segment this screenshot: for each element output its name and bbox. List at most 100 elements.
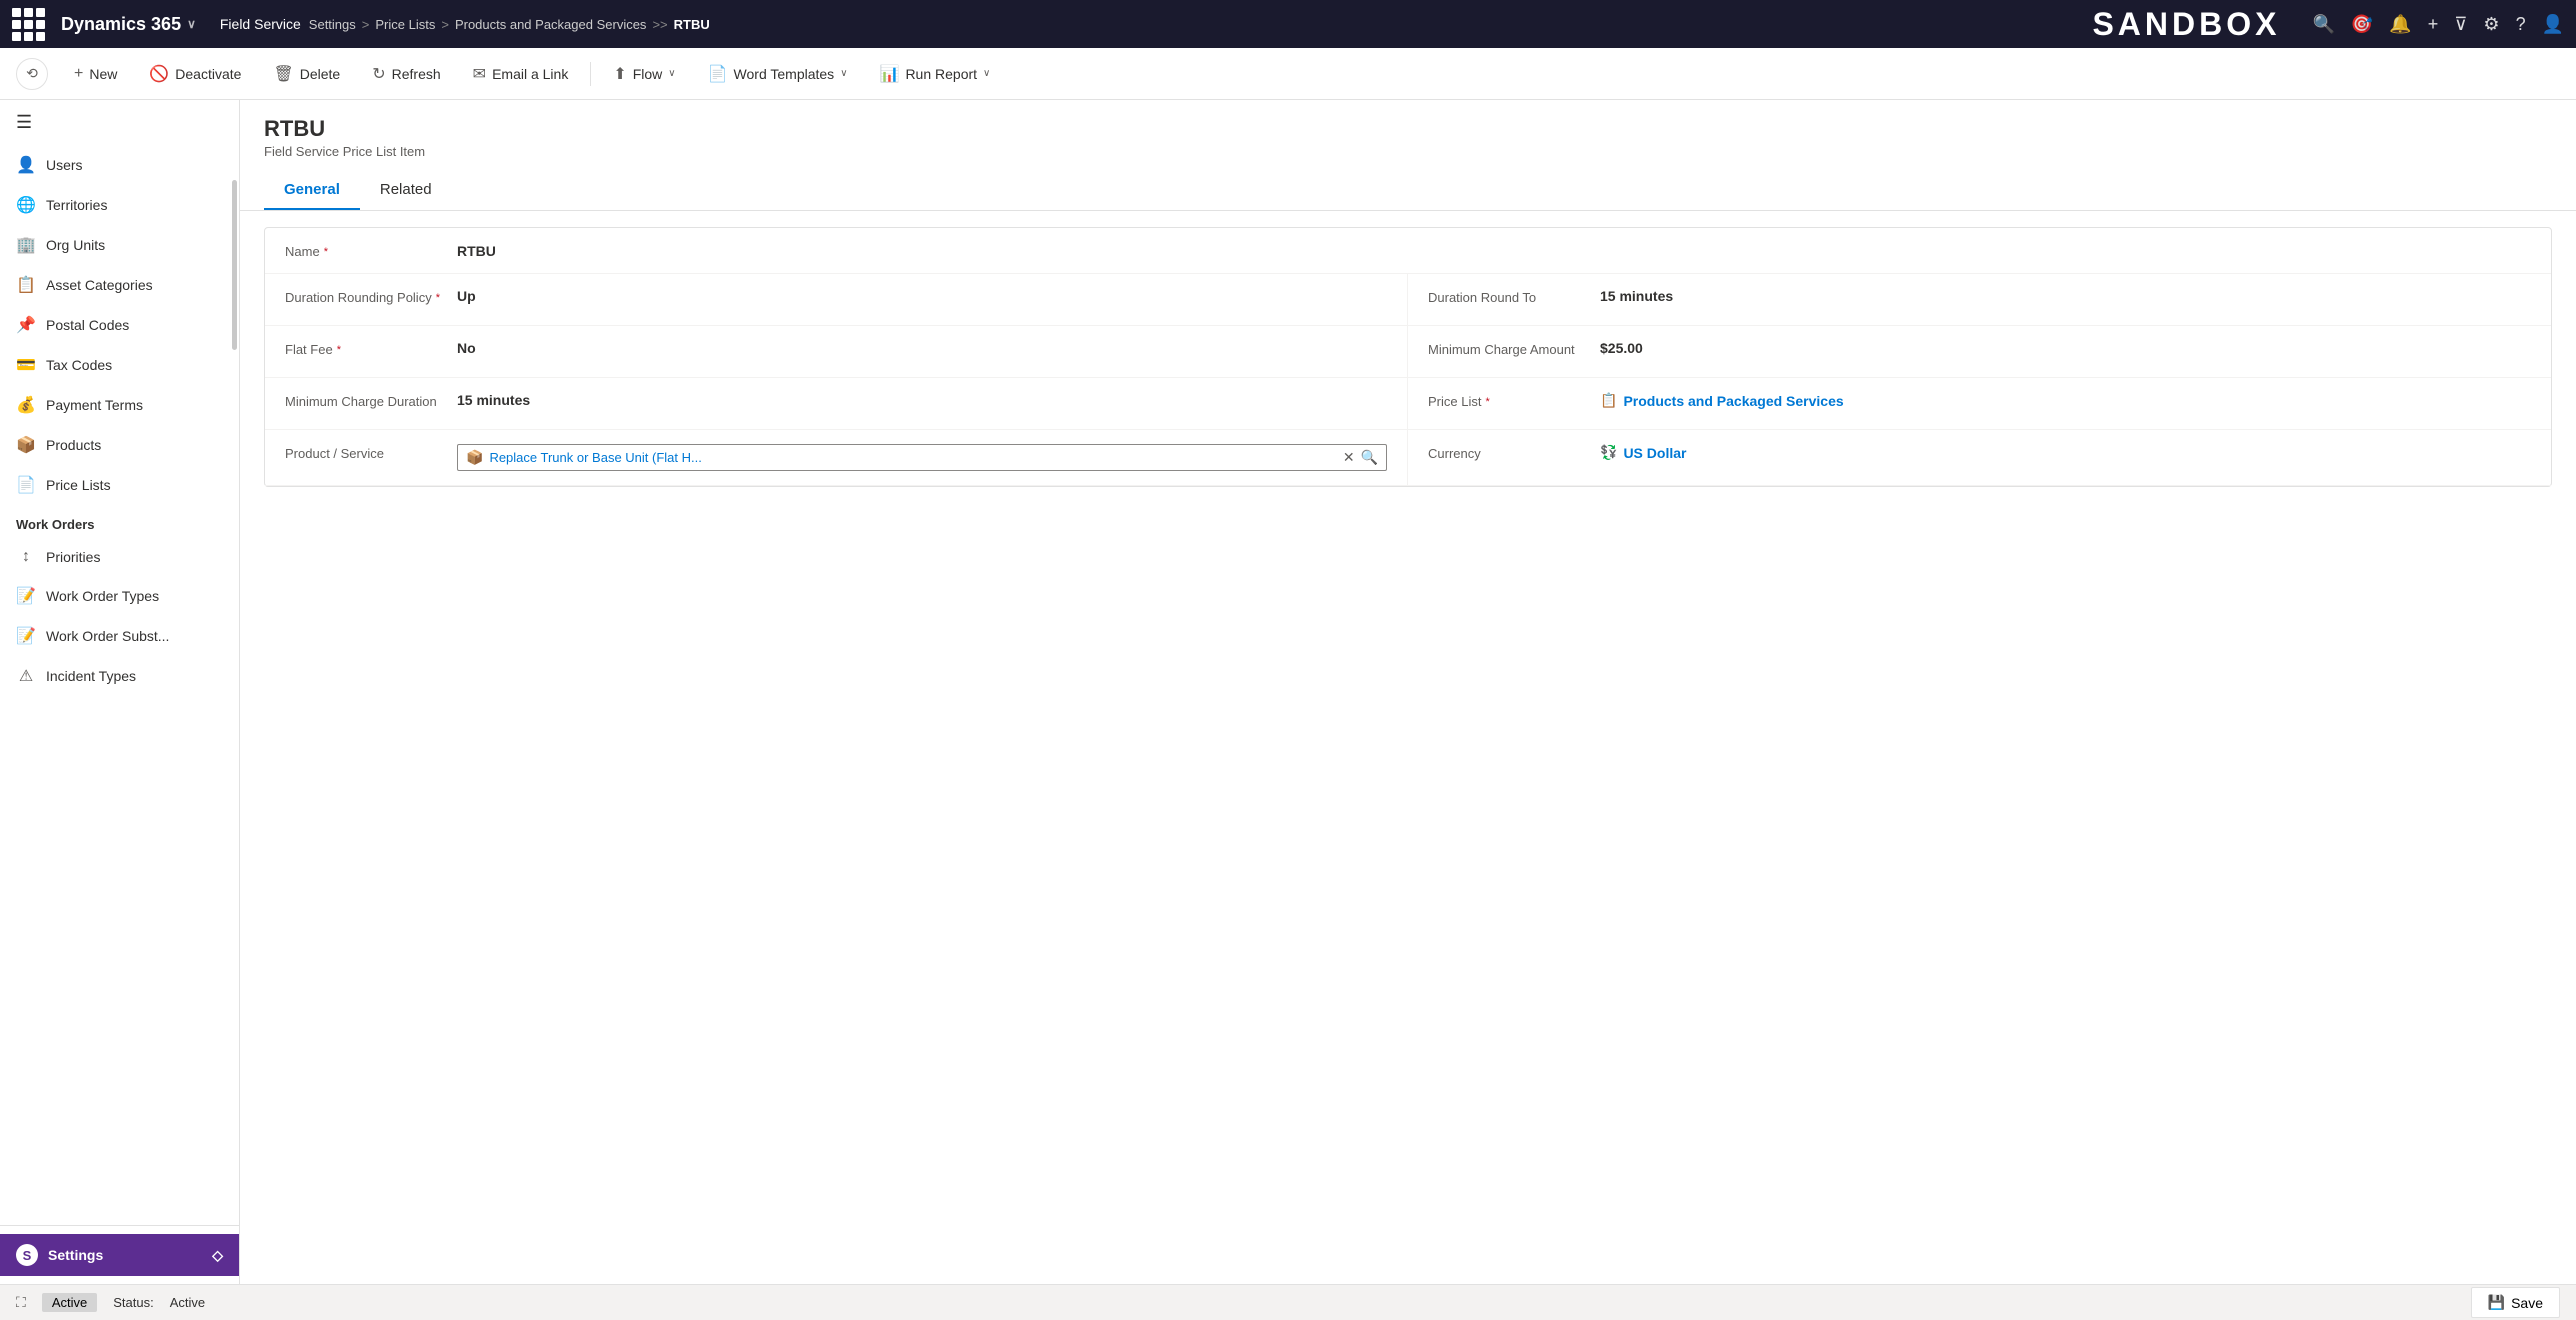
price-lists-icon: 📄: [16, 475, 36, 495]
sidebar-item-postal-codes[interactable]: 📌 Postal Codes: [0, 305, 239, 345]
new-button[interactable]: + New: [60, 59, 131, 89]
sidebar-item-work-order-types[interactable]: 📝 Work Order Types: [0, 576, 239, 616]
notification-icon[interactable]: 🔔: [2389, 14, 2411, 35]
target-icon[interactable]: 🎯: [2351, 14, 2373, 35]
duration-round-to-value: 15 minutes: [1600, 288, 2531, 304]
sidebar-item-work-order-subst[interactable]: 📝 Work Order Subst...: [0, 616, 239, 656]
name-value: RTBU: [457, 243, 2531, 259]
sandbox-label: SANDBOX: [2092, 6, 2280, 43]
flat-fee-cell: Flat Fee * No: [265, 326, 1408, 378]
work-orders-header: Work Orders: [0, 505, 239, 538]
save-button[interactable]: 💾 Save: [2471, 1287, 2560, 1318]
product-service-clear-icon[interactable]: ✕: [1343, 449, 1355, 466]
brand-chevron-icon: ∨: [187, 17, 196, 31]
flow-button[interactable]: ⬆ Flow ∨: [599, 58, 689, 90]
sidebar-item-priorities[interactable]: ↕ Priorities: [0, 538, 239, 576]
record-subtitle: Field Service Price List Item: [264, 144, 2552, 159]
run-report-button[interactable]: 📊 Run Report ∨: [866, 58, 1005, 90]
search-icon[interactable]: 🔍: [2312, 14, 2334, 35]
word-templates-button[interactable]: 📄 Word Templates ∨: [694, 58, 862, 90]
price-list-icon: 📋: [1600, 392, 1617, 409]
email-link-button[interactable]: ✉ Email a Link: [459, 58, 583, 90]
product-service-cell[interactable]: Product / Service 📦 Replace Trunk or Bas…: [265, 430, 1408, 486]
hamburger-icon[interactable]: ☰: [16, 112, 32, 133]
tab-related[interactable]: Related: [360, 171, 452, 210]
new-icon: +: [74, 65, 83, 83]
sidebar-item-price-lists[interactable]: 📄 Price Lists: [0, 465, 239, 505]
app-name: Field Service: [220, 16, 301, 32]
add-icon[interactable]: +: [2428, 14, 2439, 35]
refresh-button[interactable]: ↻ Refresh: [358, 58, 454, 90]
record-header: RTBU Field Service Price List Item Gener…: [240, 100, 2576, 211]
price-list-cell: Price List * 📋 Products and Packaged Ser…: [1408, 378, 2551, 430]
duration-rounding-cell: Duration Rounding Policy * Up: [265, 274, 1408, 326]
min-charge-duration-label: Minimum Charge Duration: [285, 392, 445, 409]
sidebar-item-users[interactable]: 👤 Users: [0, 145, 239, 185]
min-charge-amount-label: Minimum Charge Amount: [1428, 340, 1588, 357]
territories-icon: 🌐: [16, 195, 36, 215]
sidebar-item-payment-terms[interactable]: 💰 Payment Terms: [0, 385, 239, 425]
min-charge-amount-value: $25.00: [1600, 340, 2531, 356]
breadcrumb-settings[interactable]: Settings: [309, 17, 356, 32]
duration-rounding-label: Duration Rounding Policy *: [285, 288, 445, 305]
org-units-icon: 🏢: [16, 235, 36, 255]
deactivate-icon: 🚫: [149, 64, 169, 84]
expand-icon[interactable]: ⛶: [16, 1294, 26, 1311]
sidebar-item-incident-types[interactable]: ⚠ Incident Types: [0, 656, 239, 696]
min-charge-amount-cell: Minimum Charge Amount $25.00: [1408, 326, 2551, 378]
settings-icon[interactable]: ⚙: [2483, 14, 2499, 35]
delete-button[interactable]: 🗑 Delete: [259, 58, 354, 90]
top-navigation: Dynamics 365 ∨ Field Service Settings > …: [0, 0, 2576, 48]
command-bar: ⟲ + New 🚫 Deactivate 🗑 Delete ↻ Refresh …: [0, 48, 2576, 100]
report-icon: 📊: [880, 64, 900, 84]
record-tabs: General Related: [264, 171, 2552, 210]
product-service-search-icon[interactable]: 🔍: [1361, 449, 1378, 466]
filter-icon[interactable]: ⊽: [2454, 14, 2467, 35]
duration-round-to-cell: Duration Round To 15 minutes: [1408, 274, 2551, 326]
settings-avatar: S: [16, 1244, 38, 1266]
history-button[interactable]: ⟲: [16, 58, 48, 90]
sidebar-bottom: S Settings ◇: [0, 1225, 239, 1284]
product-service-lookup[interactable]: 📦 Replace Trunk or Base Unit (Flat H... …: [457, 444, 1387, 471]
status-active-button[interactable]: Active: [42, 1293, 97, 1312]
product-service-text[interactable]: Replace Trunk or Base Unit (Flat H...: [489, 450, 1336, 465]
form-section: Name * RTBU Duration Rounding Policy * U…: [264, 227, 2552, 487]
sidebar-settings-item[interactable]: S Settings ◇: [0, 1234, 239, 1276]
duration-rounding-value: Up: [457, 288, 1387, 304]
email-icon: ✉: [473, 64, 486, 84]
deactivate-button[interactable]: 🚫 Deactivate: [135, 58, 255, 90]
form-grid: Duration Rounding Policy * Up Duration R…: [265, 274, 2551, 486]
sidebar-item-products[interactable]: 📦 Products: [0, 425, 239, 465]
top-nav-icons: 🔍 🎯 🔔 + ⊽ ⚙ ? 👤: [2312, 14, 2564, 35]
breadcrumb-products[interactable]: Products and Packaged Services: [455, 17, 647, 32]
payment-terms-icon: 💰: [16, 395, 36, 415]
breadcrumb-current: RTBU: [674, 17, 710, 32]
sidebar-item-tax-codes[interactable]: 💳 Tax Codes: [0, 345, 239, 385]
sidebar-item-territories[interactable]: 🌐 Territories: [0, 185, 239, 225]
status-label: Status:: [113, 1295, 153, 1310]
sidebar-scrollbar: [232, 180, 237, 350]
sidebar-item-asset-categories[interactable]: 📋 Asset Categories: [0, 265, 239, 305]
report-chevron-icon: ∨: [983, 68, 990, 79]
price-list-value[interactable]: 📋 Products and Packaged Services: [1600, 392, 2531, 409]
user-icon[interactable]: 👤: [2542, 14, 2564, 35]
brand-name[interactable]: Dynamics 365 ∨: [61, 14, 196, 35]
flow-icon: ⬆: [613, 64, 626, 84]
word-icon: 📄: [708, 64, 728, 84]
currency-cell: Currency 💱 US Dollar: [1408, 430, 2551, 486]
flat-fee-label: Flat Fee *: [285, 340, 445, 357]
content-area: RTBU Field Service Price List Item Gener…: [240, 100, 2576, 1284]
breadcrumb-price-lists[interactable]: Price Lists: [375, 17, 435, 32]
min-charge-duration-cell: Minimum Charge Duration 15 minutes: [265, 378, 1408, 430]
work-order-types-icon: 📝: [16, 586, 36, 606]
form-name-row: Name * RTBU: [265, 228, 2551, 274]
users-icon: 👤: [16, 155, 36, 175]
currency-value[interactable]: 💱 US Dollar: [1600, 444, 2531, 461]
app-grid-icon[interactable]: [12, 8, 45, 41]
sidebar: ☰ 👤 Users 🌐 Territories 🏢 Org Units 📋 As…: [0, 100, 240, 1284]
help-icon[interactable]: ?: [2516, 14, 2526, 35]
currency-label: Currency: [1428, 444, 1588, 461]
price-list-label: Price List *: [1428, 392, 1588, 409]
sidebar-item-org-units[interactable]: 🏢 Org Units: [0, 225, 239, 265]
tab-general[interactable]: General: [264, 171, 360, 210]
